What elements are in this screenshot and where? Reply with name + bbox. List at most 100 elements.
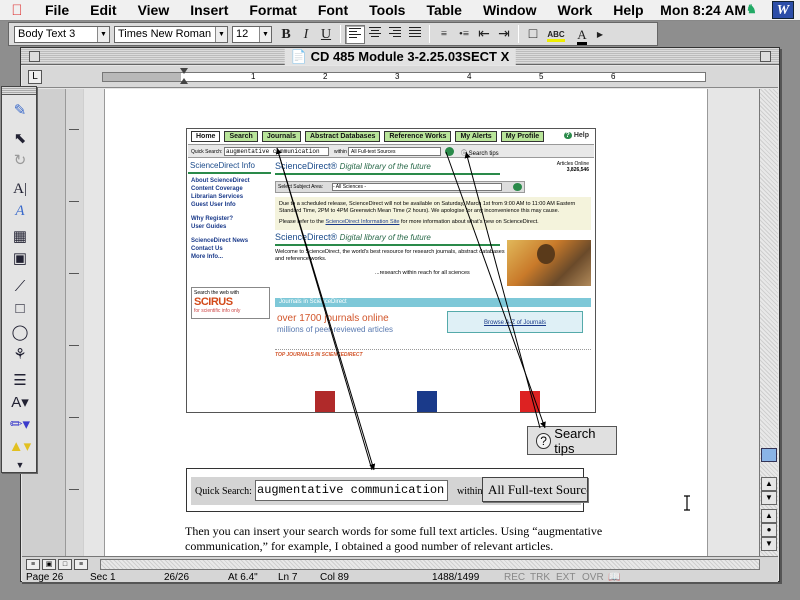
toolbar-more-button[interactable]: ▶ bbox=[595, 25, 605, 44]
ruler-tick bbox=[69, 273, 79, 274]
sd-link: User Guides bbox=[191, 224, 227, 230]
align-center-button[interactable] bbox=[365, 25, 385, 44]
apple-menu-icon[interactable]:  bbox=[0, 2, 34, 19]
sd-tab-journals: Journals bbox=[261, 131, 301, 142]
increase-indent-icon: ⇥ bbox=[498, 26, 510, 42]
scroll-thumb[interactable] bbox=[761, 448, 777, 462]
status-ext[interactable]: EXT bbox=[556, 572, 582, 583]
body-paragraph[interactable]: Then you can insert your search words fo… bbox=[185, 524, 625, 554]
close-box-icon[interactable] bbox=[29, 51, 40, 62]
sd-tab-search: Search bbox=[224, 131, 258, 142]
quick-search-callout[interactable]: Quick Search: augmentative communication… bbox=[186, 468, 588, 512]
online-layout-view-button[interactable]: ▣ bbox=[42, 559, 56, 570]
menu-clock[interactable]: Mon 8:24 AM bbox=[660, 2, 746, 18]
style-value: Body Text 3 bbox=[18, 28, 76, 40]
normal-view-button[interactable]: ≡ bbox=[26, 559, 40, 570]
zoom-box-icon[interactable] bbox=[760, 51, 771, 62]
application-switcher-icon[interactable]: ♞ bbox=[746, 2, 764, 18]
fill-color-icon[interactable]: ▲▾ bbox=[8, 437, 32, 457]
book-icon[interactable]: 📖 bbox=[608, 572, 624, 583]
menu-work[interactable]: Work bbox=[547, 2, 603, 18]
autoshapes-icon[interactable]: ⚘ bbox=[8, 345, 32, 365]
numbered-list-button[interactable]: ≡ bbox=[434, 25, 454, 44]
sd-tab-reference-works: Reference Works bbox=[384, 131, 452, 142]
menu-table[interactable]: Table bbox=[415, 2, 472, 18]
sd-link: Contact Us bbox=[191, 246, 223, 252]
font-size-dropdown[interactable]: 12 ▼ bbox=[232, 25, 272, 43]
chevron-down-icon[interactable]: ▼ bbox=[8, 455, 32, 475]
bulleted-list-button[interactable]: •≡ bbox=[454, 25, 474, 44]
word-application-icon[interactable]: W bbox=[772, 1, 794, 19]
menu-tools[interactable]: Tools bbox=[358, 2, 415, 18]
ruler-number: 3 bbox=[395, 72, 400, 81]
insert-picture-icon[interactable]: ▣ bbox=[8, 249, 32, 269]
bold-button[interactable]: B bbox=[276, 25, 296, 44]
status-ovr[interactable]: OVR bbox=[582, 572, 608, 583]
window-title-bar[interactable]: 📄 CD 485 Module 3-2.25.03SECT X bbox=[21, 48, 779, 65]
line-color-icon[interactable]: ✏▾ bbox=[8, 415, 32, 435]
question-icon: ? bbox=[536, 432, 552, 449]
rectangle-icon[interactable]: □ bbox=[8, 299, 32, 319]
menu-view[interactable]: View bbox=[127, 2, 180, 18]
font-dropdown[interactable]: Times New Roman ▼ bbox=[114, 25, 228, 43]
line-style-icon[interactable]: ☰ bbox=[8, 371, 32, 391]
oval-icon[interactable]: ◯ bbox=[8, 323, 32, 343]
previous-page-button[interactable]: ▲ bbox=[761, 509, 777, 523]
align-right-button[interactable] bbox=[385, 25, 405, 44]
decrease-indent-button[interactable]: ⇤ bbox=[474, 25, 494, 44]
text-box-icon[interactable]: A| bbox=[8, 179, 32, 199]
horizontal-ruler[interactable]: L 1 2 3 4 5 6 bbox=[22, 66, 778, 88]
wordart-text-icon[interactable]: A bbox=[8, 201, 32, 221]
underline-button[interactable]: U bbox=[316, 25, 336, 44]
text-style-icon[interactable]: A▾ bbox=[8, 393, 32, 413]
sd-notice-text: Due to a scheduled release, ScienceDirec… bbox=[279, 201, 576, 214]
sd-journals-subtitle: millions of peer-reviewed articles bbox=[277, 325, 394, 334]
menu-font[interactable]: Font bbox=[307, 2, 358, 18]
justify-button[interactable] bbox=[405, 25, 425, 44]
palette-title-bar[interactable] bbox=[2, 87, 36, 95]
italic-button[interactable]: I bbox=[296, 25, 316, 44]
sd-link: ScienceDirect News bbox=[191, 238, 249, 244]
select-arrow-icon[interactable]: ⬉ bbox=[8, 129, 32, 149]
search-tips-callout[interactable]: ? Search tips bbox=[527, 426, 617, 456]
align-left-button[interactable] bbox=[345, 24, 365, 44]
menu-window[interactable]: Window bbox=[472, 2, 547, 18]
insert-clipart-icon[interactable]: ▦ bbox=[8, 227, 32, 247]
next-page-button[interactable]: ▼ bbox=[761, 537, 777, 551]
tab-selector-icon[interactable]: L bbox=[28, 70, 42, 84]
wordart-icon[interactable]: ✎ bbox=[8, 101, 32, 121]
browse-object-button[interactable]: ● bbox=[761, 523, 777, 537]
style-dropdown[interactable]: Body Text 3 ▼ bbox=[14, 25, 110, 43]
status-rec[interactable]: REC bbox=[504, 572, 530, 583]
sd-quick-search-input: augmentative communication bbox=[224, 147, 329, 156]
font-color-icon: A bbox=[577, 26, 587, 45]
increase-indent-button[interactable]: ⇥ bbox=[494, 25, 514, 44]
sd-go-icon bbox=[445, 147, 454, 156]
horizontal-scrollbar[interactable] bbox=[100, 559, 760, 570]
menu-edit[interactable]: Edit bbox=[79, 2, 126, 18]
page-layout-view-button[interactable]: □ bbox=[58, 559, 72, 570]
embedded-sciencedirect-screenshot[interactable]: Home Search Journals Abstract Databases … bbox=[186, 128, 596, 413]
highlight-button[interactable]: ABC bbox=[543, 25, 569, 44]
vertical-scrollbar[interactable]: ▲ ▼ ▲ ● ▼ bbox=[759, 89, 778, 556]
sd-source-select: All Full-text Sources bbox=[348, 147, 441, 156]
ruler-tick bbox=[69, 489, 79, 490]
menu-file[interactable]: File bbox=[34, 2, 79, 18]
align-right-icon bbox=[389, 25, 401, 39]
indent-marker-icon[interactable] bbox=[180, 68, 188, 86]
line-icon[interactable]: ⟋ bbox=[8, 277, 32, 297]
scroll-up-button[interactable]: ▲ bbox=[761, 477, 777, 491]
rotate-icon[interactable]: ↻ bbox=[8, 151, 32, 171]
status-trk[interactable]: TRK bbox=[530, 572, 556, 583]
menu-help[interactable]: Help bbox=[602, 2, 653, 18]
menu-format[interactable]: Format bbox=[238, 2, 306, 18]
font-color-button[interactable]: A bbox=[569, 25, 595, 45]
align-left-icon bbox=[349, 26, 361, 40]
sd-link: Librarian Services bbox=[191, 194, 244, 200]
scroll-down-button[interactable]: ▼ bbox=[761, 491, 777, 505]
chevron-down-icon: ▼ bbox=[97, 26, 109, 42]
borders-button[interactable]: □ bbox=[523, 25, 543, 44]
outline-view-button[interactable]: ≡ bbox=[74, 559, 88, 570]
menu-insert[interactable]: Insert bbox=[179, 2, 238, 18]
sd-journals-bar: Journals in ScienceDirect bbox=[275, 298, 591, 307]
